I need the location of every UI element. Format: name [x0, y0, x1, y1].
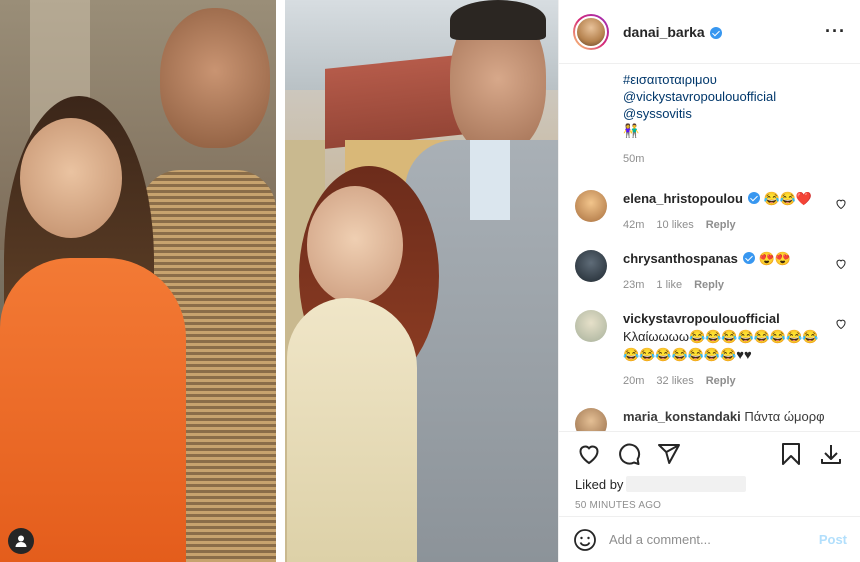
commenter-avatar[interactable]	[575, 250, 607, 282]
emoji-icon[interactable]	[573, 528, 597, 552]
like-comment-icon[interactable]	[835, 318, 847, 330]
comment-item: elena_hristopoulou 😂😂❤️ 42m 10 likes Rep…	[559, 190, 860, 234]
verified-badge-icon	[742, 252, 755, 264]
download-icon[interactable]	[811, 438, 851, 470]
commenter-avatar[interactable]	[575, 310, 607, 342]
comment-username[interactable]: maria_konstandaki	[623, 409, 741, 424]
caption-emoji: 👫	[623, 123, 640, 138]
mention-link[interactable]: @syssovitis	[623, 105, 845, 122]
like-comment-icon[interactable]	[835, 258, 847, 270]
photo-throwback	[285, 0, 558, 562]
mention-link[interactable]: @vickystavropoulouofficial	[623, 88, 845, 105]
commenter-avatar[interactable]	[575, 190, 607, 222]
comment-item: maria_konstandaki Πάντα ώμορφ	[559, 408, 860, 431]
photo-present-day	[0, 0, 276, 562]
caption-time[interactable]: 50m	[623, 151, 845, 168]
comment-time[interactable]: 42m	[623, 216, 644, 234]
post-timestamp[interactable]: 50 MINUTES AGO	[559, 492, 860, 511]
more-options-icon[interactable]: ···	[825, 21, 846, 42]
paper-plane-icon[interactable]	[649, 438, 689, 470]
comment-time[interactable]: 20m	[623, 372, 644, 390]
comment-item: vickystavropoulouofficial Κλαίωωωω😂😂😂😂😂😂…	[559, 310, 860, 390]
like-comment-icon[interactable]	[835, 198, 847, 210]
hashtag-link[interactable]: #εισαιτοταιριμου	[623, 71, 845, 88]
liked-by-line[interactable]: Liked by	[559, 470, 860, 492]
post-comment-button[interactable]: Post	[819, 532, 847, 547]
verified-badge-icon	[709, 26, 722, 39]
verified-badge-icon	[747, 192, 760, 204]
author-avatar[interactable]	[573, 13, 609, 50]
comment-likes[interactable]: 32 likes	[656, 372, 693, 390]
comment-text: 😂😂❤️	[763, 191, 813, 206]
comments-section[interactable]: #εισαιτοταιριμου @vickystavropoulouoffic…	[559, 65, 860, 431]
comment-text: Πάντα ώμορφ	[744, 409, 825, 424]
post-details-panel: danai_barka ··· #εισαιτοταιριμου @vickys…	[558, 0, 860, 562]
comment-time[interactable]: 23m	[623, 276, 644, 294]
bookmark-icon[interactable]	[771, 438, 811, 470]
comment-username[interactable]: chrysanthospanas	[623, 251, 738, 266]
add-comment-bar: Post	[559, 516, 860, 562]
comment-likes[interactable]: 10 likes	[656, 216, 693, 234]
comment-text: Κλαίωωωω😂😂😂😂😂😂😂😂😂😂😂😂😂😂😂♥♥	[623, 329, 819, 362]
reply-button[interactable]: Reply	[694, 276, 724, 294]
reply-button[interactable]: Reply	[706, 372, 736, 390]
tagged-users-icon[interactable]	[8, 528, 34, 554]
liked-by-label: Liked by	[575, 476, 624, 492]
comment-username[interactable]: vickystavropoulouofficial	[623, 311, 780, 326]
speech-bubble-icon[interactable]	[609, 438, 649, 470]
author-username[interactable]: danai_barka	[623, 24, 705, 40]
comment-username[interactable]: elena_hristopoulou	[623, 191, 743, 206]
post-header: danai_barka ···	[559, 0, 860, 64]
reply-button[interactable]: Reply	[706, 216, 736, 234]
comment-input[interactable]	[609, 532, 819, 547]
comment-text: 😍😍	[758, 251, 791, 266]
liked-by-redacted	[626, 476, 747, 492]
post-media[interactable]	[0, 0, 558, 562]
comment-item: chrysanthospanas 😍😍 23m 1 like Reply	[559, 250, 860, 294]
post-caption: #εισαιτοταιριμου @vickystavropoulouoffic…	[559, 65, 860, 168]
heart-outline-icon[interactable]	[569, 438, 609, 470]
commenter-avatar[interactable]	[575, 408, 607, 431]
post-actions: Liked by 50 MINUTES AGO	[559, 431, 860, 511]
comment-likes[interactable]: 1 like	[656, 276, 682, 294]
